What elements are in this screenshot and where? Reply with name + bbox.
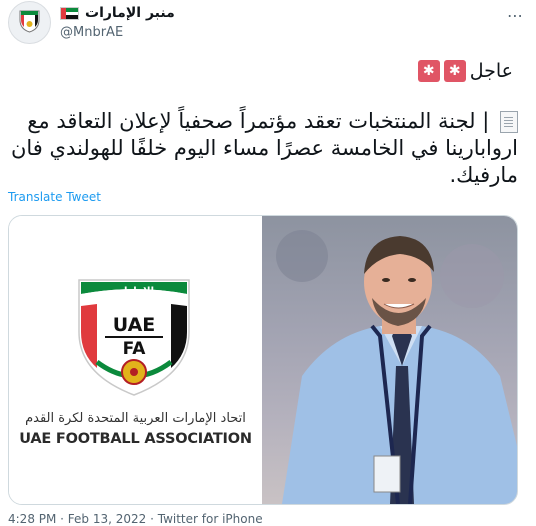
uae-fa-shield-icon bbox=[19, 10, 40, 33]
tweet-footer: 4:28 PM · Feb 13, 2022 · Twitter for iPh… bbox=[8, 512, 263, 526]
account-name[interactable]: منبر الإمارات bbox=[85, 5, 175, 21]
uae-flag-icon bbox=[60, 6, 79, 20]
avatar[interactable] bbox=[8, 1, 51, 44]
account-handle[interactable]: @MnbrAE bbox=[60, 25, 123, 40]
siren-icon: ✱ bbox=[417, 60, 440, 82]
tweet-text-block: | لجنة المنتخبات تعقد مؤتمراً صحفياً لإع… bbox=[8, 108, 518, 189]
coach-photo[interactable] bbox=[262, 216, 517, 504]
urgent-header: عاجل ✱ ✱ bbox=[417, 60, 513, 82]
siren-icon: ✱ bbox=[443, 60, 466, 82]
logo-english-name: UAE FOOTBALL ASSOCIATION bbox=[19, 431, 252, 447]
tweet-text: | لجنة المنتخبات تعقد مؤتمراً صحفياً لإع… bbox=[10, 109, 518, 187]
translate-tweet-link[interactable]: Translate Tweet bbox=[8, 190, 101, 204]
logo-uae-text: UAE bbox=[113, 314, 156, 336]
coach-figure bbox=[276, 230, 517, 504]
logo-arabic-name: اتحاد الإمارات العربية المتحدة لكرة القد… bbox=[25, 411, 246, 426]
account-name-row[interactable]: منبر الإمارات bbox=[60, 5, 175, 21]
logo-top-arabic: الإمارات bbox=[114, 286, 154, 297]
uae-fa-logo-image[interactable]: الإمارات UAE FA اتحاد الإمارات العربية ا… bbox=[9, 216, 262, 504]
more-options-icon[interactable]: ⋯ bbox=[500, 0, 530, 30]
document-icon bbox=[500, 111, 518, 133]
urgent-label: عاجل bbox=[469, 60, 513, 82]
logo-fa-text: FA bbox=[123, 339, 147, 359]
tweet-media[interactable]: الإمارات UAE FA اتحاد الإمارات العربية ا… bbox=[8, 215, 518, 505]
uae-fa-crest-icon: الإمارات UAE FA bbox=[78, 279, 190, 396]
